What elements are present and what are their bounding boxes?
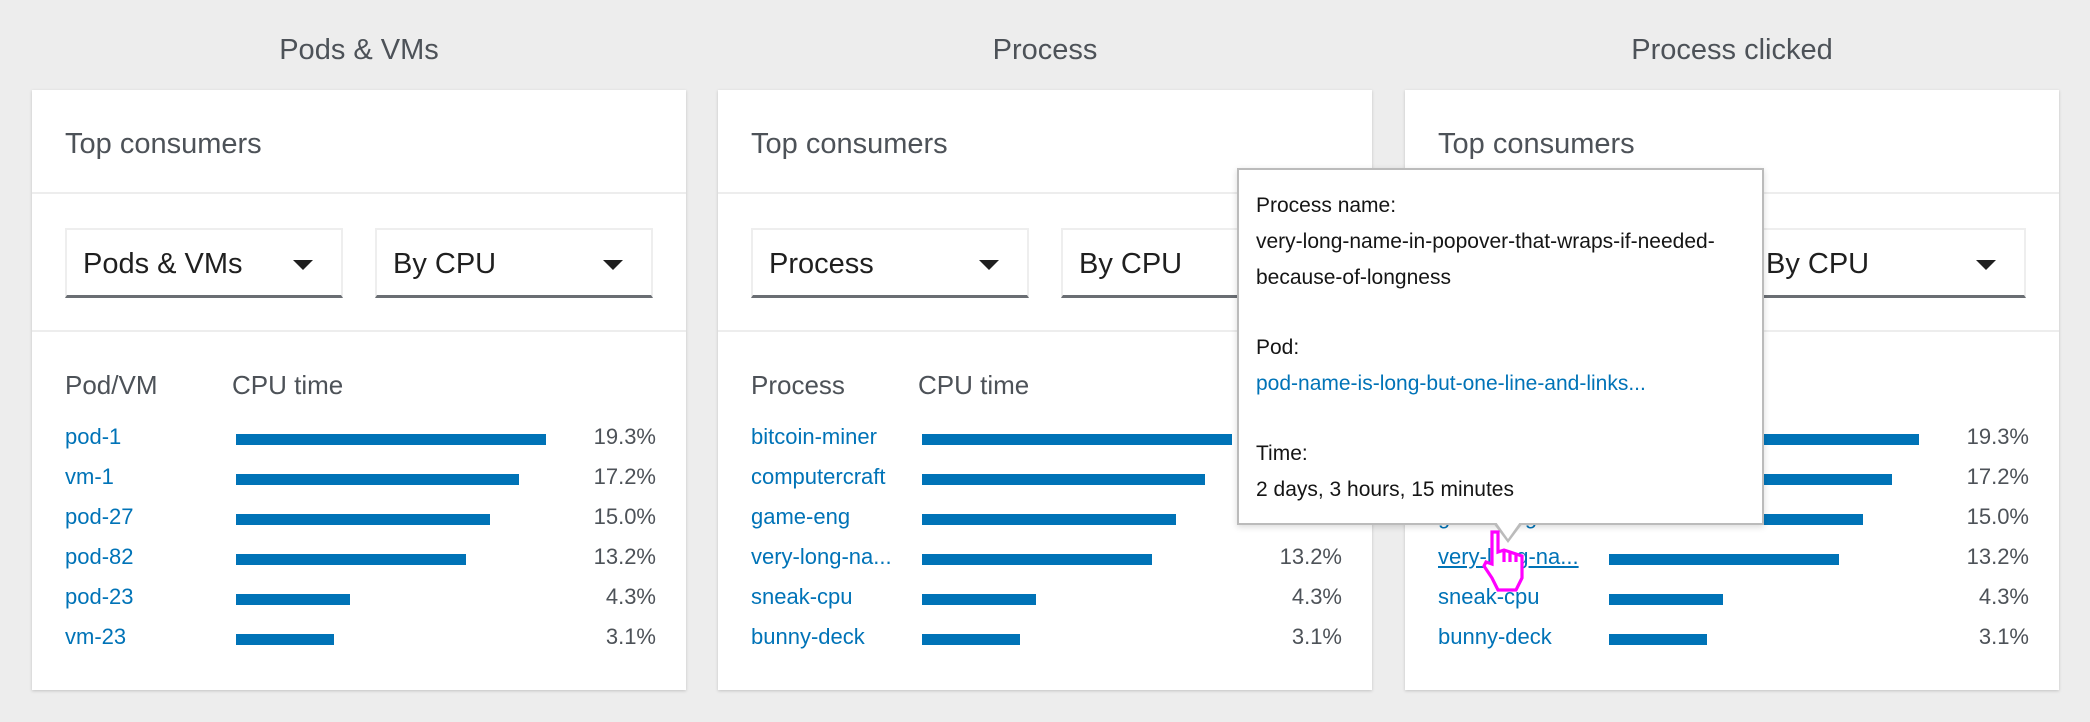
name-column-header: Pod/VM xyxy=(65,370,158,400)
type-dropdown[interactable]: Pods & VMs xyxy=(65,228,343,298)
consumer-link[interactable]: pod-82 xyxy=(65,544,134,570)
usage-bar xyxy=(922,554,1152,565)
name-column-header: Process xyxy=(751,370,845,400)
usage-bar xyxy=(236,554,466,565)
table-row: very-long-na... 13.2% xyxy=(718,540,1372,580)
usage-bar xyxy=(236,634,334,645)
caret-down-icon xyxy=(1976,260,1996,270)
usage-bar xyxy=(922,434,1232,445)
usage-bar xyxy=(922,514,1176,525)
value-column-header: CPU time xyxy=(232,370,344,400)
column-title: Process xyxy=(992,34,1098,66)
consumer-link[interactable]: computercraft xyxy=(751,464,886,490)
consumer-link[interactable]: bunny-deck xyxy=(751,624,865,650)
metric-dropdown-value: By CPU xyxy=(393,248,497,280)
usage-percent: 15.0% xyxy=(1966,504,2029,529)
consumer-link[interactable]: vm-23 xyxy=(65,624,126,650)
top-consumers-card: Top consumers Pods & VMs By CPU Pod/VM C… xyxy=(32,90,686,690)
caret-down-icon xyxy=(979,260,999,270)
type-dropdown-value: Pods & VMs xyxy=(83,248,243,280)
consumer-link[interactable]: game-eng xyxy=(751,504,850,530)
usage-percent: 13.2% xyxy=(1279,544,1342,569)
usage-bar xyxy=(236,434,546,445)
usage-bar xyxy=(922,594,1036,605)
metric-dropdown-value: By CPU xyxy=(1079,248,1183,280)
metric-dropdown-value: By CPU xyxy=(1766,248,1870,280)
usage-percent: 19.3% xyxy=(1966,424,2029,449)
usage-percent: 4.3% xyxy=(1291,584,1342,609)
consumer-link[interactable]: bunny-deck xyxy=(1438,624,1552,650)
consumer-link[interactable]: pod-23 xyxy=(65,584,134,610)
card-title: Top consumers xyxy=(1438,128,1635,160)
table-row: pod-1 19.3% xyxy=(32,420,686,460)
table-row: pod-27 15.0% xyxy=(32,500,686,540)
usage-bar xyxy=(236,514,490,525)
card-header: Top consumers xyxy=(32,90,686,194)
table-row: bunny-deck 3.1% xyxy=(1405,620,2059,660)
filters: Pods & VMs By CPU xyxy=(32,194,686,332)
usage-bar xyxy=(236,594,350,605)
hand-pointer-icon xyxy=(1482,530,1524,592)
usage-percent: 4.3% xyxy=(1978,584,2029,609)
popover-process-value: very-long-name-in-popover-that-wraps-if-… xyxy=(1256,230,1715,289)
usage-percent: 3.1% xyxy=(1291,624,1342,649)
usage-percent: 17.2% xyxy=(593,464,656,489)
consumer-link[interactable]: sneak-cpu xyxy=(751,584,853,610)
usage-percent: 13.2% xyxy=(593,544,656,569)
usage-percent: 13.2% xyxy=(1966,544,2029,569)
usage-percent: 4.3% xyxy=(605,584,656,609)
usage-percent: 3.1% xyxy=(1978,624,2029,649)
popover-time-label: Time: xyxy=(1256,442,1308,465)
table-row: sneak-cpu 4.3% xyxy=(718,580,1372,620)
popover-process-label: Process name: xyxy=(1256,194,1397,217)
card-title: Top consumers xyxy=(65,128,262,160)
consumer-link[interactable]: very-long-na... xyxy=(751,544,892,570)
usage-bar xyxy=(1609,554,1839,565)
metric-dropdown[interactable]: By CPU xyxy=(375,228,653,298)
consumer-link[interactable]: vm-1 xyxy=(65,464,114,490)
process-popover: Process name: very-long-name-in-popover-… xyxy=(1237,168,1764,525)
usage-percent: 15.0% xyxy=(593,504,656,529)
usage-bar xyxy=(922,634,1020,645)
column-title: Pods & VMs xyxy=(279,34,439,66)
usage-bar xyxy=(922,474,1205,485)
table-row: pod-23 4.3% xyxy=(32,580,686,620)
consumer-link[interactable]: pod-1 xyxy=(65,424,121,450)
usage-percent: 17.2% xyxy=(1966,464,2029,489)
type-dropdown-value: Process xyxy=(769,248,874,280)
popover-pod-link[interactable]: pod-name-is-long-but-one-line-and-links.… xyxy=(1256,372,1646,395)
column-title: Process clicked xyxy=(1631,34,1833,66)
usage-bar xyxy=(236,474,519,485)
usage-bar xyxy=(1609,594,1723,605)
card-title: Top consumers xyxy=(751,128,948,160)
type-dropdown[interactable]: Process xyxy=(751,228,1029,298)
metric-dropdown[interactable]: By CPU xyxy=(1748,228,2026,298)
value-column-header: CPU time xyxy=(918,370,1030,400)
popover-time-value: 2 days, 3 hours, 15 minutes xyxy=(1256,478,1514,501)
table-row: pod-82 13.2% xyxy=(32,540,686,580)
usage-percent: 19.3% xyxy=(593,424,656,449)
table-row: bunny-deck 3.1% xyxy=(718,620,1372,660)
popover-pod-label: Pod: xyxy=(1256,336,1300,359)
consumer-link[interactable]: bitcoin-miner xyxy=(751,424,877,450)
consumer-link[interactable]: pod-27 xyxy=(65,504,134,530)
usage-bar xyxy=(1609,634,1707,645)
caret-down-icon xyxy=(293,260,313,270)
table-row: vm-1 17.2% xyxy=(32,460,686,500)
caret-down-icon xyxy=(603,260,623,270)
usage-percent: 3.1% xyxy=(605,624,656,649)
table-row: vm-23 3.1% xyxy=(32,620,686,660)
